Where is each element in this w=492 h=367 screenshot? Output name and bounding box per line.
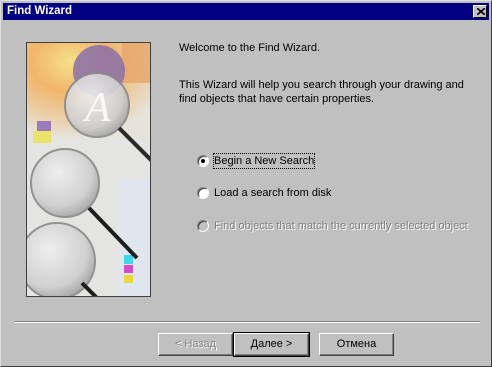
option-load-search[interactable]: Load a search from disk <box>197 185 331 201</box>
description-line-1: This Wizard will help you search through… <box>179 79 464 91</box>
svg-text:A: A <box>82 85 111 131</box>
next-button[interactable]: Далее > <box>233 332 310 357</box>
next-button-label: Далее > <box>250 338 293 350</box>
close-icon <box>477 8 485 15</box>
window-title: Find Wizard <box>7 5 73 17</box>
back-button-label: < Назад <box>175 338 216 350</box>
description-line-2: find objects that have certain propertie… <box>179 93 375 105</box>
option-new-search[interactable]: Begin a New Search <box>197 153 316 169</box>
radio-match-selected <box>197 220 209 232</box>
option-match-selected: Find objects that match the currently se… <box>197 218 468 234</box>
radio-load-search[interactable] <box>197 187 209 199</box>
cancel-button[interactable]: Отмена <box>319 333 394 356</box>
magnifier-illustration-icon: A <box>27 43 150 296</box>
description-text: This Wizard will help you search through… <box>179 78 464 106</box>
option-match-selected-label: Find objects that match the currently se… <box>214 220 468 232</box>
close-button[interactable] <box>473 5 487 18</box>
wizard-illustration: A <box>26 42 151 297</box>
welcome-text: Welcome to the Find Wizard. <box>179 42 321 54</box>
title-bar[interactable]: Find Wizard <box>3 3 489 20</box>
find-wizard-dialog: Find Wizard A Welcome to the Find Wizard… <box>0 0 492 367</box>
separator <box>15 321 480 323</box>
option-load-search-label: Load a search from disk <box>214 187 332 199</box>
cancel-button-label: Отмена <box>336 338 377 350</box>
back-button: < Назад <box>158 333 233 356</box>
option-new-search-label: Begin a New Search <box>212 153 316 169</box>
radio-new-search[interactable] <box>197 155 209 167</box>
